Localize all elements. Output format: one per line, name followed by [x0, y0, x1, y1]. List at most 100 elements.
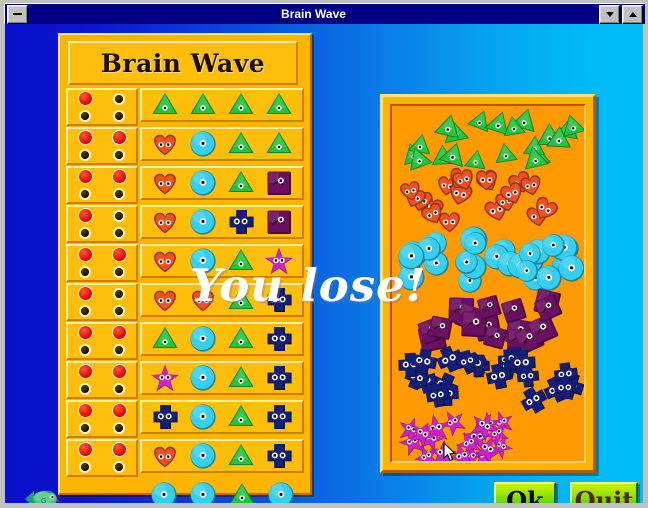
- guess-shape-row[interactable]: [140, 439, 304, 473]
- guess-slot[interactable]: [150, 207, 180, 237]
- guess-slot[interactable]: [188, 363, 218, 393]
- triangle-shape-icon: [266, 93, 292, 114]
- guess-shape-row[interactable]: [140, 88, 304, 122]
- guess-slot[interactable]: [188, 441, 218, 471]
- guess-slot[interactable]: [226, 168, 256, 198]
- guess-slot[interactable]: [226, 246, 256, 276]
- minimize-button[interactable]: [7, 4, 28, 24]
- guess-slot[interactable]: [188, 90, 218, 120]
- guess-slot[interactable]: [150, 90, 180, 120]
- solution-piece[interactable]: [406, 344, 442, 380]
- score-peg-box: [66, 205, 138, 243]
- peg-color-match: [81, 345, 89, 354]
- guess-slot[interactable]: [188, 285, 218, 315]
- guess-slot[interactable]: [188, 207, 218, 237]
- guess-slot[interactable]: [226, 402, 256, 432]
- guess-slot[interactable]: [264, 285, 294, 315]
- star-shape-icon: [151, 364, 179, 392]
- solution-piece[interactable]: [480, 358, 517, 395]
- restore-down-button[interactable]: [599, 4, 620, 24]
- guess-slot[interactable]: [264, 129, 294, 159]
- triangle-shape-icon: [152, 93, 178, 114]
- heart-shape-icon: [154, 212, 176, 234]
- guess-slot[interactable]: [264, 324, 294, 354]
- triangle-shape-icon: [228, 288, 254, 309]
- cross-shape-icon: [267, 444, 292, 468]
- guess-slot[interactable]: [226, 90, 256, 120]
- current-guess-shape-row[interactable]: [140, 478, 304, 503]
- current-guess-slot[interactable]: [266, 480, 296, 503]
- guess-slot[interactable]: [188, 402, 218, 432]
- peg-color-match: [81, 150, 89, 159]
- current-guess-slot[interactable]: [188, 480, 218, 503]
- guess-slot[interactable]: [188, 324, 218, 354]
- solution-piece[interactable]: [550, 373, 579, 402]
- guess-slot[interactable]: [226, 129, 256, 159]
- guess-slot[interactable]: [264, 207, 294, 237]
- solution-piece[interactable]: [425, 312, 457, 344]
- guess-shape-row[interactable]: [140, 205, 304, 239]
- guess-slot[interactable]: [264, 441, 294, 471]
- guess-slot[interactable]: [150, 285, 180, 315]
- guess-slot[interactable]: [150, 363, 180, 393]
- cross-shape-icon: [554, 376, 578, 400]
- guess-slot[interactable]: [264, 363, 294, 393]
- guess-slot[interactable]: [226, 285, 256, 315]
- square-shape-icon: [267, 171, 291, 195]
- quit-button[interactable]: Quit: [570, 482, 638, 503]
- guess-shape-row[interactable]: [140, 283, 304, 317]
- heart-shape-icon: [154, 173, 176, 195]
- current-guess-slot[interactable]: [227, 480, 257, 503]
- guess-slot[interactable]: [150, 168, 180, 198]
- peg-exact-match: [112, 326, 126, 339]
- guess-slot[interactable]: [264, 168, 294, 198]
- solution-bin[interactable]: [390, 104, 586, 463]
- peg-color-match: [115, 111, 123, 120]
- guess-slot[interactable]: [150, 402, 180, 432]
- guess-slot[interactable]: [188, 168, 218, 198]
- peg-color-match: [81, 111, 89, 120]
- guess-slot[interactable]: [264, 402, 294, 432]
- guess-shape-row[interactable]: [140, 400, 304, 434]
- triangle-shape-icon: [190, 93, 216, 114]
- triangle-shape-icon: [228, 405, 254, 426]
- guess-slot[interactable]: [188, 246, 218, 276]
- guess-slot[interactable]: [226, 441, 256, 471]
- guess-slot[interactable]: [226, 207, 256, 237]
- guess-slot[interactable]: [150, 129, 180, 159]
- peg-color-match: [115, 306, 123, 315]
- peg-color-match: [115, 150, 123, 159]
- current-guess-row[interactable]: [66, 477, 304, 503]
- guess-slot[interactable]: [264, 90, 294, 120]
- solution-piece[interactable]: [498, 111, 529, 142]
- guess-slot[interactable]: [150, 441, 180, 471]
- guess-slot[interactable]: [188, 129, 218, 159]
- board-title: Brain Wave: [100, 48, 266, 78]
- guess-shape-row[interactable]: [140, 127, 304, 161]
- guess-slot[interactable]: [150, 324, 180, 354]
- heart-shape-icon: [192, 290, 214, 312]
- solution-piece[interactable]: [396, 241, 428, 273]
- current-guess-slot[interactable]: [149, 480, 179, 503]
- guess-slot[interactable]: [150, 246, 180, 276]
- peg-exact-match: [78, 404, 92, 417]
- guess-slot[interactable]: [264, 246, 294, 276]
- guess-shape-row[interactable]: [140, 361, 304, 395]
- circle-shape-icon: [190, 404, 216, 430]
- peg-color-match: [115, 423, 123, 432]
- guess-shape-row[interactable]: [140, 322, 304, 356]
- solution-piece[interactable]: [554, 251, 584, 287]
- guess-shape-row[interactable]: [140, 166, 304, 200]
- heart-shape-icon: [154, 290, 176, 312]
- guess-slot[interactable]: [226, 363, 256, 393]
- guess-slot[interactable]: [226, 324, 256, 354]
- circle-shape-icon: [190, 326, 216, 352]
- ok-button[interactable]: Ok: [494, 482, 556, 503]
- triangle-shape-icon: [228, 171, 254, 192]
- maximize-button[interactable]: [622, 4, 643, 24]
- guess-shape-row[interactable]: [140, 244, 304, 278]
- score-peg-box: [66, 322, 138, 360]
- peg-color-match: [115, 345, 123, 354]
- peg-color-match: [81, 462, 89, 471]
- peg-color-match: [115, 94, 123, 103]
